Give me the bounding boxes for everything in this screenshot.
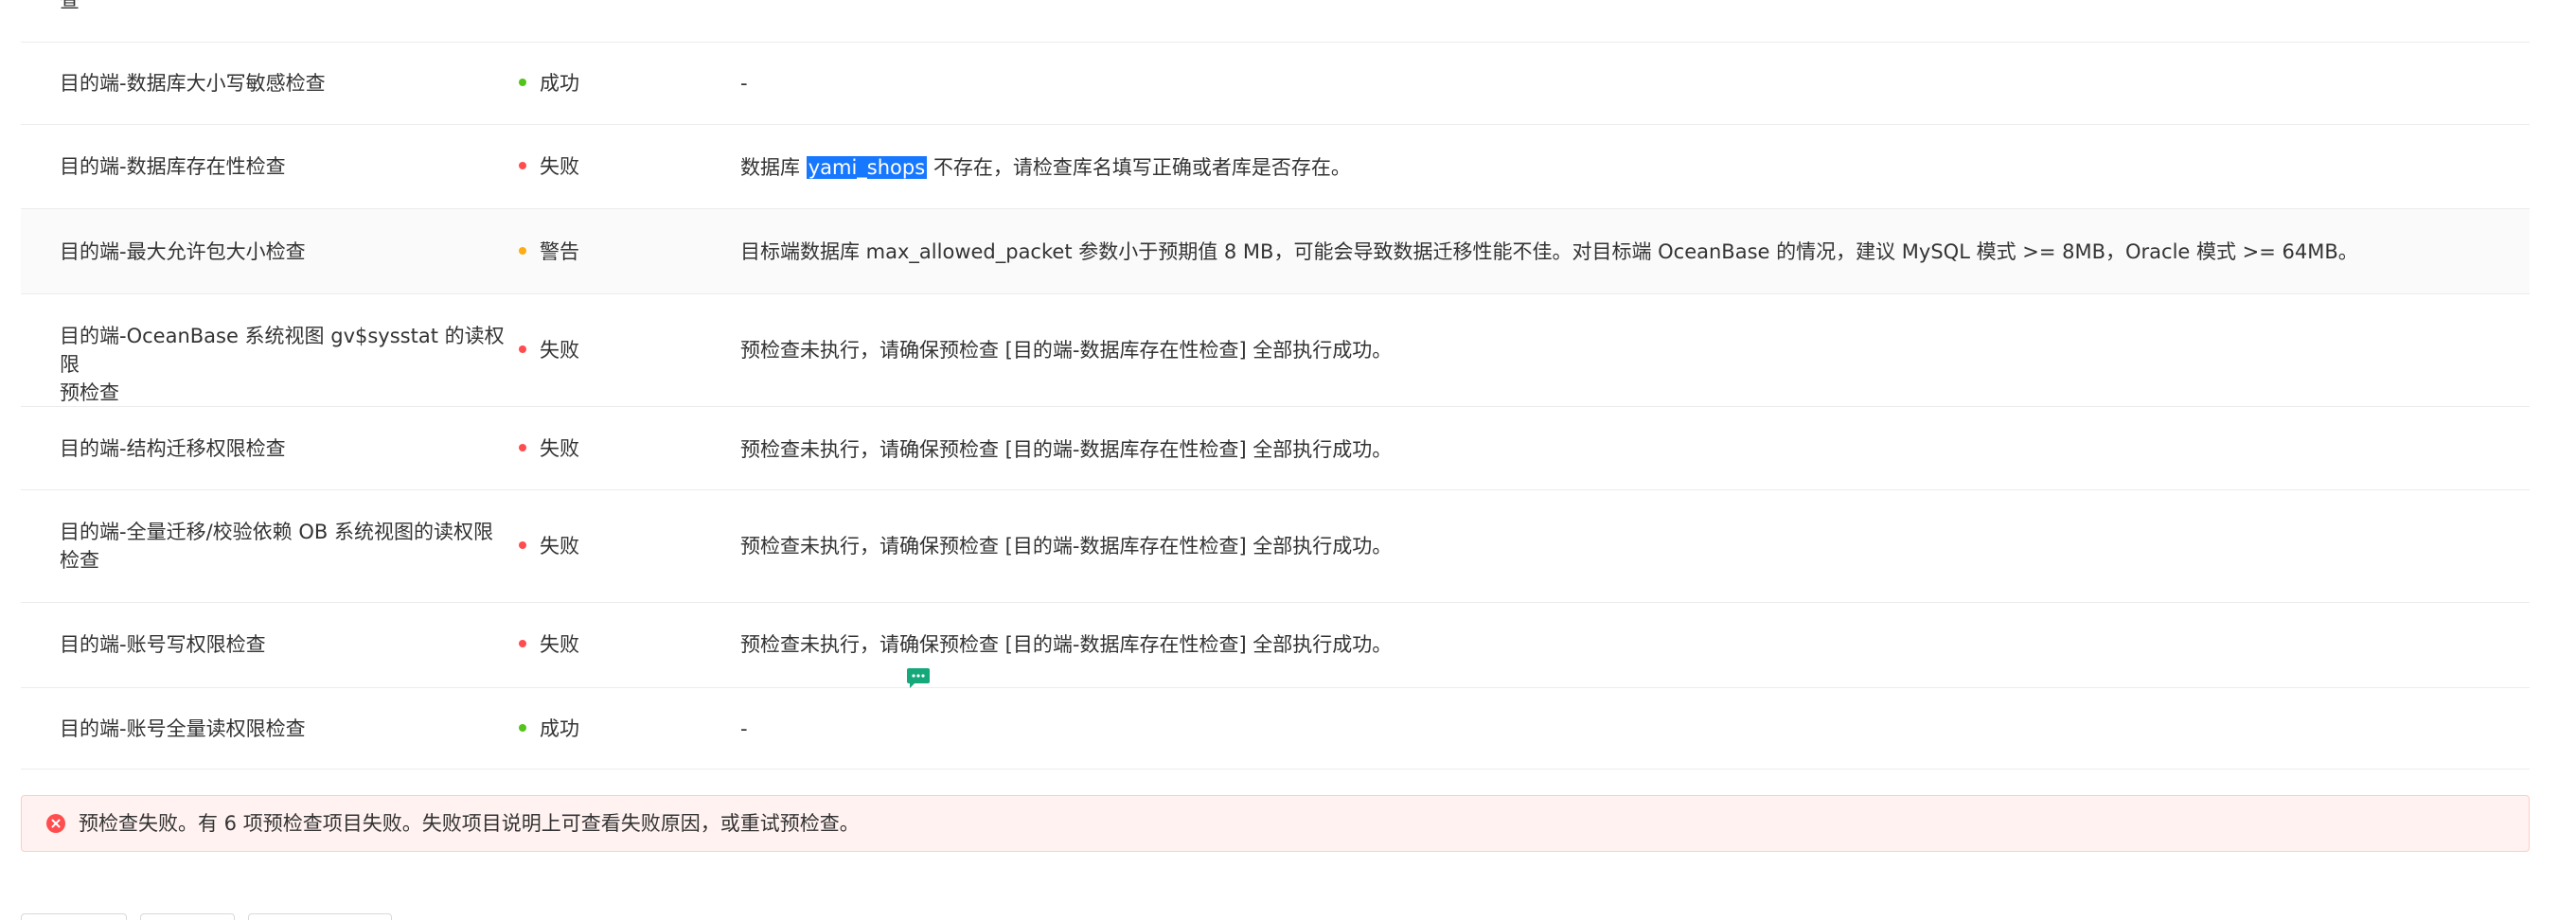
status-badge: 失败	[519, 152, 579, 181]
status-text: 失败	[540, 437, 579, 460]
desc-text: 预检查未执行，请确保预检查 [目的端-数据库存在性检查] 全部执行成功。	[740, 535, 1393, 557]
status-dot	[519, 724, 526, 732]
row-description: 预检查未执行，请确保预检查 [目的端-数据库存在性检查] 全部执行成功。	[740, 336, 1392, 364]
row-name: 查	[60, 0, 80, 12]
row-name: 目的端-结构迁移权限检查	[60, 437, 286, 460]
status-badge: 警告	[519, 238, 579, 266]
status-dot	[519, 79, 526, 86]
status-dot	[519, 345, 526, 353]
status-dot	[519, 541, 526, 549]
table-row: 目的端-账号全量读权限检查 成功 -	[21, 688, 2530, 770]
precheck-failed-alert: 预检查失败。有 6 项预检查项目失败。失败项目说明上可查看失败原因，或重试预检查…	[21, 795, 2530, 852]
status-badge: 成功	[519, 69, 579, 97]
status-text: 失败	[540, 633, 579, 656]
desc-text-rest: 不存在，请检查库名填写正确或者库是否存在。	[927, 156, 1351, 179]
selected-text[interactable]: yami_shops	[806, 156, 928, 179]
row-name-line2: 检查	[60, 549, 99, 572]
table-row: 目的端-OceanBase 系统视图 gv$sysstat 的读权限 预检查 失…	[21, 294, 2530, 407]
status-dot	[519, 247, 526, 255]
status-badge: 失败	[519, 336, 579, 364]
table-row: 目的端-结构迁移权限检查 失败 预检查未执行，请确保预检查 [目的端-数据库存在…	[21, 407, 2530, 490]
desc-text: 目标端数据库 max_allowed_packet 参数小于预期值 8 MB，可…	[740, 240, 2358, 263]
status-dot	[519, 162, 526, 169]
chat-bubble-svg	[907, 668, 930, 688]
row-description: -	[740, 69, 748, 97]
row-name: 目的端-账号写权限检查	[60, 633, 266, 656]
status-badge: 成功	[519, 715, 579, 743]
row-description[interactable]: 数据库 yami_shops 不存在，请检查库名填写正确或者库是否存在。	[740, 153, 1351, 182]
row-name: 目的端-OceanBase 系统视图 gv$sysstat 的读权限 预检查	[60, 322, 505, 407]
status-badge: 失败	[519, 434, 579, 463]
table-row: 目的端-数据库大小写敏感检查 成功 -	[21, 43, 2530, 125]
status-text: 失败	[540, 535, 579, 557]
row-name-line1: 目的端-OceanBase 系统视图 gv$sysstat 的读权限	[60, 325, 505, 376]
status-dot	[519, 640, 526, 647]
row-name-line1: 目的端-全量迁移/校验依赖 OB 系统视图的读权限	[60, 521, 493, 543]
table-row: 目的端-最大允许包大小检查 警告 目标端数据库 max_allowed_pack…	[21, 209, 2530, 294]
footer-button-1[interactable]	[21, 913, 127, 920]
desc-text: -	[740, 717, 748, 740]
desc-text: -	[740, 72, 748, 95]
footer-button-2[interactable]	[140, 913, 235, 920]
precheck-page: 查 目的端-数据库大小写敏感检查 成功 - 目的端-数据库存在性检查 失败 数据…	[0, 0, 2576, 920]
desc-text: 预检查未执行，请确保预检查 [目的端-数据库存在性检查] 全部执行成功。	[740, 633, 1393, 656]
close-circle-svg	[46, 814, 65, 833]
desc-text: 预检查未执行，请确保预检查 [目的端-数据库存在性检查] 全部执行成功。	[740, 339, 1393, 362]
row-description: 目标端数据库 max_allowed_packet 参数小于预期值 8 MB，可…	[740, 238, 2358, 266]
row-description: 预检查未执行，请确保预检查 [目的端-数据库存在性检查] 全部执行成功。	[740, 630, 1392, 659]
status-text: 失败	[540, 339, 579, 362]
table-row: 目的端-数据库存在性检查 失败 数据库 yami_shops 不存在，请检查库名…	[21, 125, 2530, 209]
desc-text: 预检查未执行，请确保预检查 [目的端-数据库存在性检查] 全部执行成功。	[740, 438, 1393, 461]
row-name: 目的端-全量迁移/校验依赖 OB 系统视图的读权限 检查	[60, 518, 505, 575]
status-text: 失败	[540, 155, 579, 178]
row-description: 预检查未执行，请确保预检查 [目的端-数据库存在性检查] 全部执行成功。	[740, 435, 1392, 464]
alert-message: 预检查失败。有 6 项预检查项目失败。失败项目说明上可查看失败原因，或重试预检查…	[79, 812, 860, 835]
row-name-line2: 预检查	[60, 381, 119, 404]
desc-text: 数据库	[740, 156, 807, 179]
status-badge: 失败	[519, 532, 579, 560]
close-circle-icon	[46, 814, 65, 833]
chat-bubble-icon[interactable]	[905, 667, 932, 690]
row-name: 目的端-最大允许包大小检查	[60, 240, 306, 263]
table-row: 目的端-全量迁移/校验依赖 OB 系统视图的读权限 检查 失败 预检查未执行，请…	[21, 490, 2530, 603]
row-description: -	[740, 715, 748, 743]
status-text: 成功	[540, 72, 579, 95]
row-description: 预检查未执行，请确保预检查 [目的端-数据库存在性检查] 全部执行成功。	[740, 532, 1392, 560]
row-name: 目的端-数据库大小写敏感检查	[60, 72, 326, 95]
status-dot	[519, 444, 526, 451]
table-row-partial: 查	[21, 0, 2530, 43]
status-badge: 失败	[519, 630, 579, 659]
status-text: 警告	[540, 240, 579, 263]
row-name: 目的端-数据库存在性检查	[60, 155, 286, 178]
row-name: 目的端-账号全量读权限检查	[60, 717, 306, 740]
footer-button-3[interactable]	[248, 913, 392, 920]
table-row: 目的端-账号写权限检查 失败 预检查未执行，请确保预检查 [目的端-数据库存在性…	[21, 603, 2530, 688]
status-text: 成功	[540, 717, 579, 740]
